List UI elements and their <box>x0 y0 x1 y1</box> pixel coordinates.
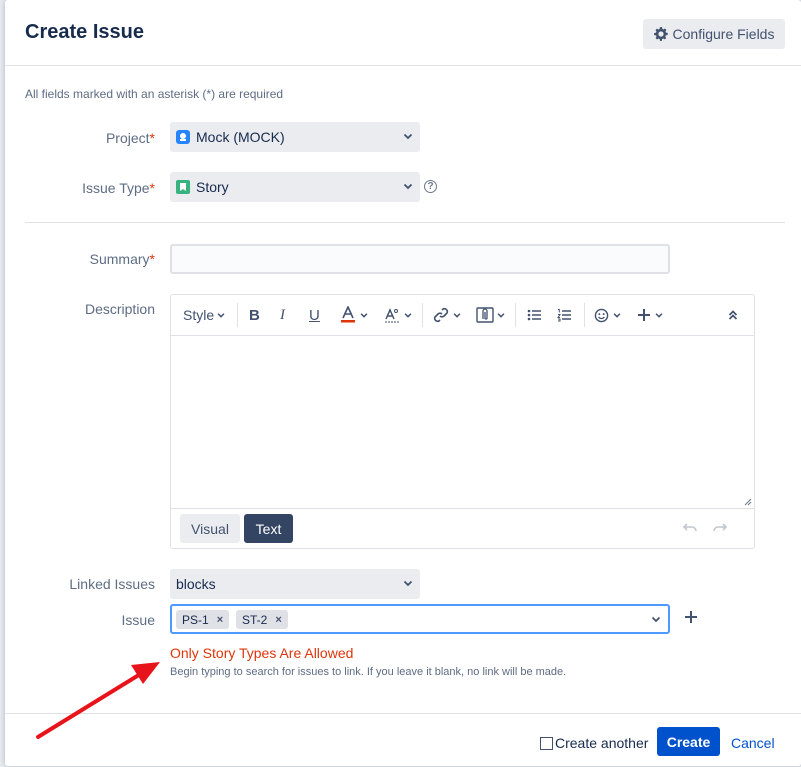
description-label: Description <box>84 301 155 317</box>
create-button[interactable]: Create <box>657 727 720 756</box>
chevron-down-icon <box>403 580 413 587</box>
cancel-link[interactable]: Cancel <box>731 735 775 751</box>
chevron-down-icon <box>403 133 413 140</box>
linked-issues-label: Linked Issues <box>69 576 155 592</box>
bold-icon[interactable]: B <box>249 295 260 335</box>
toolbar-separator <box>237 303 238 327</box>
toolbar-separator <box>584 303 585 327</box>
emoji-button[interactable] <box>594 295 622 335</box>
required-note: All fields marked with an asterisk (*) a… <box>25 87 284 101</box>
configure-fields-button[interactable]: Configure Fields <box>643 19 785 49</box>
issue-label: Issue <box>121 612 155 628</box>
resize-handle-icon[interactable] <box>744 498 752 506</box>
help-icon[interactable]: ? <box>424 180 437 193</box>
checkbox-box[interactable] <box>540 736 553 750</box>
project-label: Project* <box>105 130 155 146</box>
text-format-icon <box>385 308 399 323</box>
style-dropdown[interactable]: Style <box>183 295 226 335</box>
dialog-header: Create Issue Configure Fields <box>5 0 801 66</box>
issue-chip: ST-2 × <box>236 610 288 629</box>
dialog-title: Create Issue <box>25 21 144 43</box>
underline-icon[interactable]: U <box>309 295 320 335</box>
issue-chip-label: PS-1 <box>182 612 209 627</box>
issue-type-label: Issue Type* <box>82 180 155 196</box>
project-avatar-icon <box>176 130 190 144</box>
numbered-list-icon[interactable] <box>557 295 571 335</box>
chevron-down-icon <box>403 183 413 190</box>
text-color-button[interactable] <box>340 295 369 335</box>
description-editor: Style B I U Visual Text <box>170 294 755 549</box>
chevron-down-icon[interactable] <box>650 613 662 625</box>
dialog-footer: Create another Create Cancel <box>5 713 801 767</box>
emoji-icon <box>594 308 609 322</box>
issue-error-message: Only Story Types Are Allowed <box>170 645 354 661</box>
gear-icon <box>653 27 668 41</box>
add-icon <box>638 309 650 321</box>
italic-icon[interactable]: I <box>280 295 285 335</box>
editor-textarea[interactable] <box>171 336 754 508</box>
issue-chip: PS-1 × <box>176 610 230 629</box>
create-another-label: Create another <box>555 735 649 751</box>
issue-type-value: Story <box>196 179 229 195</box>
plus-icon[interactable] <box>684 610 698 624</box>
bullet-list-icon[interactable] <box>527 295 541 335</box>
chevron-down-icon <box>360 313 368 318</box>
project-value: Mock (MOCK) <box>196 129 285 145</box>
link-button[interactable] <box>433 295 462 335</box>
tab-text[interactable]: Text <box>244 514 293 543</box>
chevron-down-icon <box>497 313 505 318</box>
toolbar-separator <box>422 303 423 327</box>
redo-icon[interactable] <box>713 522 727 534</box>
text-color-icon <box>341 306 355 323</box>
undo-icon[interactable] <box>683 522 697 534</box>
attachment-icon <box>476 307 494 323</box>
story-icon <box>176 180 190 194</box>
collapse-icon[interactable] <box>727 295 739 335</box>
editor-mode-bar: Visual Text <box>171 508 754 548</box>
tab-visual[interactable]: Visual <box>180 514 240 543</box>
link-icon <box>433 307 449 323</box>
summary-input[interactable] <box>170 244 670 274</box>
issue-picker-input[interactable]: PS-1 × ST-2 × <box>170 604 670 634</box>
toolbar-separator <box>515 303 516 327</box>
create-another-checkbox[interactable]: Create another <box>540 735 648 751</box>
editor-toolbar: Style B I U <box>171 295 754 336</box>
style-label: Style <box>183 307 215 323</box>
issue-type-select[interactable]: Story <box>170 172 420 202</box>
create-issue-dialog: Create Issue Configure Fields All fields… <box>5 0 801 766</box>
project-select[interactable]: Mock (MOCK) <box>170 122 420 152</box>
issue-hint-text: Begin typing to search for issues to lin… <box>170 666 567 678</box>
section-divider <box>25 222 785 223</box>
link-type-select[interactable]: blocks <box>170 569 420 599</box>
text-format-button[interactable] <box>384 295 413 335</box>
chevron-down-icon <box>453 313 461 318</box>
chevron-down-icon <box>655 313 663 318</box>
summary-label: Summary* <box>89 251 155 267</box>
chevron-down-icon <box>404 313 412 318</box>
chevron-down-icon <box>613 313 621 318</box>
configure-fields-label: Configure Fields <box>672 26 775 42</box>
chevron-down-icon <box>217 313 225 318</box>
insert-more-button[interactable] <box>637 295 664 335</box>
link-type-value: blocks <box>176 576 216 592</box>
remove-icon[interactable]: × <box>275 614 281 626</box>
attachment-button[interactable] <box>476 295 506 335</box>
issue-chip-label: ST-2 <box>242 612 268 627</box>
remove-icon[interactable]: × <box>217 614 223 626</box>
